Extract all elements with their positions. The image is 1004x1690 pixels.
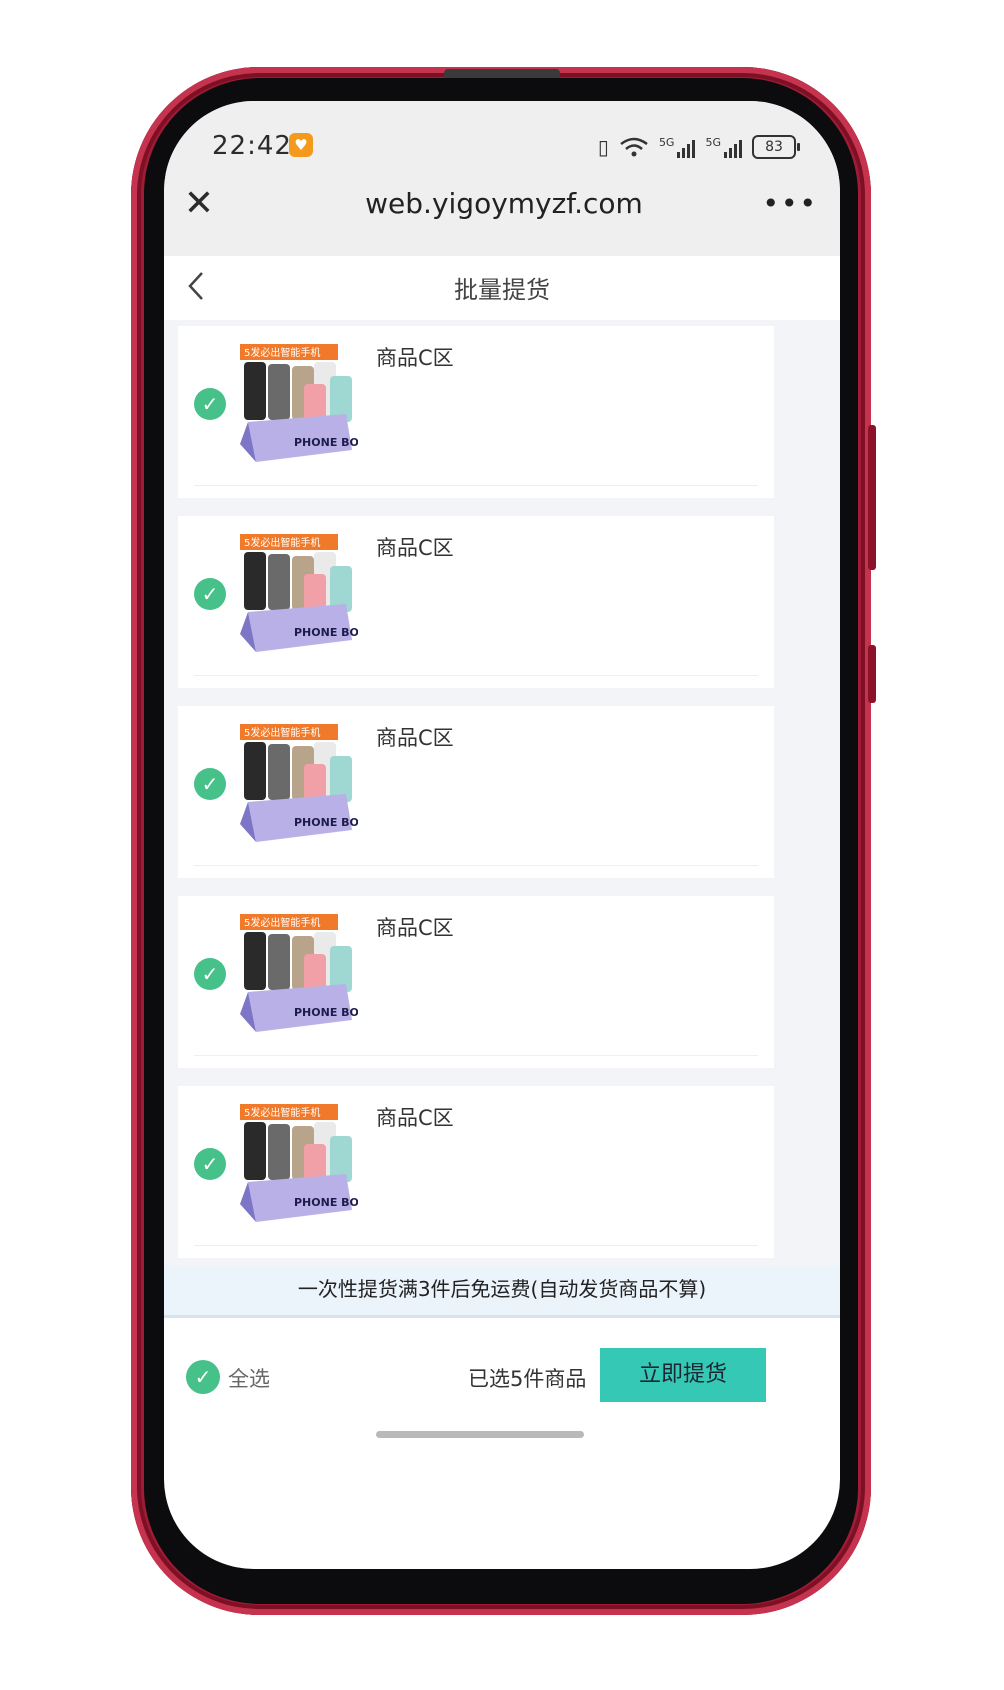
check-circle-icon[interactable]: ✓ — [194, 958, 226, 990]
item-name: 商品C区 — [376, 346, 454, 370]
check-circle-icon[interactable]: ✓ — [194, 768, 226, 800]
check-circle-icon[interactable]: ✓ — [194, 578, 226, 610]
check-circle-icon[interactable]: ✓ — [194, 1148, 226, 1180]
svg-text:5发必出智能手机: 5发必出智能手机 — [244, 536, 320, 549]
svg-text:5发必出智能手机: 5发必出智能手机 — [244, 346, 320, 359]
svg-text:5发必出智能手机: 5发必出智能手机 — [244, 1106, 320, 1119]
home-indicator[interactable] — [376, 1431, 584, 1438]
browser-chrome: 22:42 ♥ ▯ 5G 5G 83 ✕ web.yigoymyzf.com •… — [164, 101, 840, 256]
url-display: web.yigoymyzf.com — [365, 187, 643, 220]
divider — [194, 1055, 758, 1056]
list-item[interactable]: ✓ 5发必出智能手机 PHONE BOX 商品C区 — [178, 706, 774, 878]
phone-side-button-power — [868, 645, 876, 703]
signal-label-2: 5G — [705, 136, 721, 149]
svg-text:PHONE BOX: PHONE BOX — [294, 436, 358, 449]
divider — [194, 675, 758, 676]
free-shipping-notice: 一次性提货满3件后免运费(自动发货商品不算) — [164, 1265, 840, 1318]
svg-text:PHONE BOX: PHONE BOX — [294, 626, 358, 639]
signal-strength-icon: 5G — [659, 136, 696, 158]
divider — [194, 865, 758, 866]
selected-count: 已选5件商品 — [468, 1367, 587, 1391]
item-name: 商品C区 — [376, 726, 454, 750]
item-name: 商品C区 — [376, 916, 454, 940]
divider — [194, 485, 758, 486]
product-image: 5发必出智能手机 PHONE BOX — [234, 720, 368, 844]
svg-text:5发必出智能手机: 5发必出智能手机 — [244, 916, 320, 929]
product-image: 5发必出智能手机 PHONE BOX — [234, 910, 368, 1034]
status-icons: ▯ 5G 5G 83 — [597, 133, 800, 161]
phone-screen: 22:42 ♥ ▯ 5G 5G 83 ✕ web.yigoymyzf.com •… — [164, 101, 840, 1569]
signal-strength-icon-2: 5G — [705, 136, 742, 158]
submit-pickup-button[interactable]: 立即提货 — [600, 1348, 766, 1402]
product-image: 5发必出智能手机 PHONE BOX — [234, 530, 368, 654]
list-item[interactable]: ✓ 5发必出智能手机 PHONE BOX 商品C区 — [178, 896, 774, 1068]
page-header: 批量提货 — [164, 256, 840, 321]
list-item[interactable]: ✓ 5发必出智能手机 PHONE BOX 商品C区 — [178, 1086, 774, 1258]
select-all-check-icon[interactable]: ✓ — [186, 1360, 220, 1394]
svg-text:PHONE BOX: PHONE BOX — [294, 1006, 358, 1019]
signal-label: 5G — [658, 136, 675, 149]
item-list: ✓ 5发必出智能手机 PHONE BOX 商品C区 — [164, 320, 840, 1265]
bottom-action-bar: ✓ 全选 已选5件商品 立即提货 — [164, 1318, 840, 1438]
svg-text:5发必出智能手机: 5发必出智能手机 — [244, 726, 320, 739]
page-title: 批量提货 — [454, 276, 550, 304]
product-image: 5发必出智能手机 PHONE BOX — [234, 1100, 368, 1224]
list-item[interactable]: ✓ 5发必出智能手机 PHONE BOX 商品C区 — [178, 326, 774, 498]
phone-side-button-volume — [868, 425, 876, 570]
product-image: 5发必出智能手机 PHONE BOX — [234, 340, 368, 464]
check-circle-icon[interactable]: ✓ — [194, 388, 226, 420]
heart-app-icon: ♥ — [289, 133, 313, 157]
battery-icon: 83 — [752, 135, 800, 159]
item-name: 商品C区 — [376, 1106, 454, 1130]
wifi-icon — [620, 137, 648, 157]
list-item[interactable]: ✓ 5发必出智能手机 PHONE BOX 商品C区 — [178, 516, 774, 688]
select-all-label[interactable]: 全选 — [228, 1363, 270, 1393]
close-icon[interactable]: ✕ — [182, 186, 216, 223]
divider — [194, 1245, 758, 1246]
vibrate-icon: ▯ — [597, 135, 609, 159]
svg-text:PHONE BOX: PHONE BOX — [294, 816, 358, 829]
more-options-button[interactable]: ••• — [762, 187, 818, 220]
item-name: 商品C区 — [376, 536, 454, 560]
svg-text:PHONE BOX: PHONE BOX — [294, 1196, 358, 1209]
status-time: 22:42 — [212, 131, 292, 161]
